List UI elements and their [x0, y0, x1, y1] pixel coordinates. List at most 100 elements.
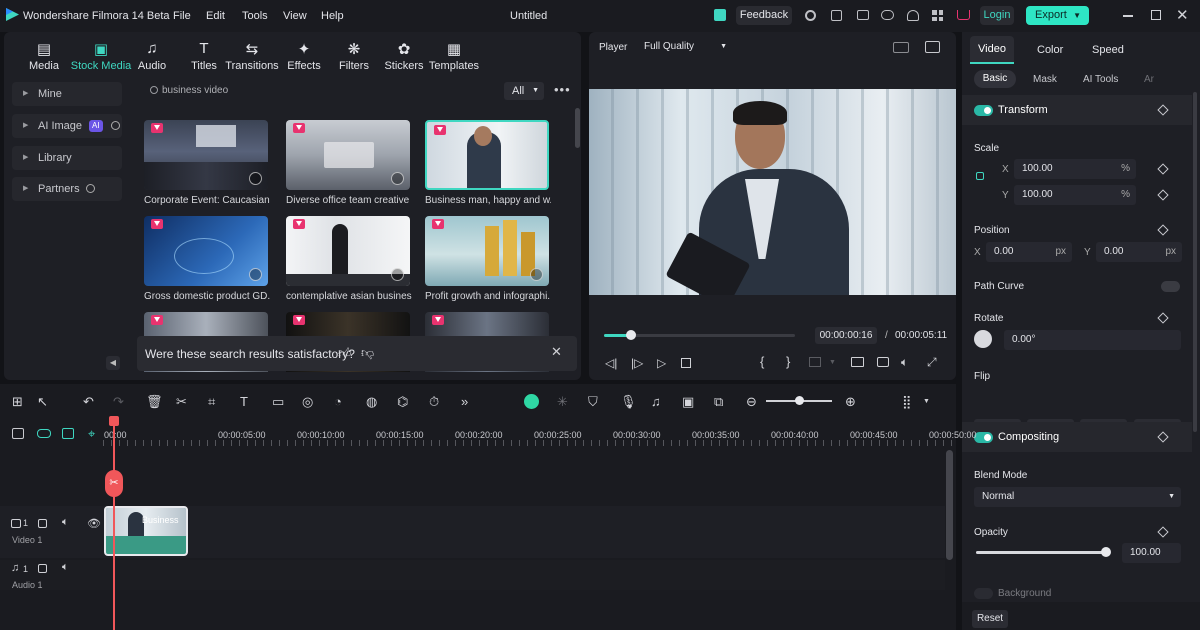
mask-tool-icon[interactable]: ◎: [302, 394, 313, 410]
lock-track-icon[interactable]: [38, 564, 47, 573]
playback-knob[interactable]: [625, 330, 636, 340]
crop-icon[interactable]: ⌗: [208, 394, 215, 410]
download-icon[interactable]: [249, 172, 262, 185]
zoom-knob[interactable]: [795, 396, 804, 405]
subtab-basic[interactable]: Basic: [974, 70, 1016, 88]
camera-icon[interactable]: [877, 357, 889, 367]
tab-media[interactable]: ▤ Media: [14, 40, 74, 72]
opacity-input[interactable]: 100.00: [1122, 543, 1181, 563]
mute-track-icon[interactable]: 🔈︎: [62, 561, 69, 574]
audio-mix-icon[interactable]: ♫: [651, 394, 661, 409]
collapse-sidebar-button[interactable]: ◀: [106, 356, 120, 370]
quality-dropdown[interactable]: Full Quality ▼: [639, 38, 731, 56]
mark-out-icon[interactable]: }: [786, 354, 790, 369]
export-button[interactable]: Export ▼: [1026, 6, 1089, 25]
keyframe-diamond-icon[interactable]: [1157, 526, 1169, 538]
thumbs-up-icon[interactable]: 👍︎: [338, 345, 352, 361]
next-frame-icon[interactable]: |▷: [631, 356, 643, 370]
timer-icon[interactable]: ⏱︎: [429, 394, 439, 410]
color-icon[interactable]: ◍: [366, 394, 377, 410]
mute-track-icon[interactable]: 🔈︎: [62, 516, 69, 529]
thumbs-down-icon[interactable]: 👎︎: [361, 345, 374, 361]
text-icon[interactable]: T: [240, 394, 248, 409]
ai-assistant-icon[interactable]: [524, 394, 539, 409]
safe-zone-icon[interactable]: [893, 42, 909, 53]
mark-in-icon[interactable]: {: [760, 354, 764, 369]
undo-icon[interactable]: ↶: [83, 394, 94, 410]
render-preview-icon[interactable]: [851, 357, 864, 367]
cloud-upload-icon[interactable]: [881, 10, 894, 20]
monitor-icon[interactable]: [857, 10, 869, 20]
result-thumbnail-5[interactable]: [286, 216, 410, 286]
close-icon[interactable]: ✕: [551, 344, 562, 360]
tab-transitions[interactable]: ⇆ Transitions: [222, 40, 282, 72]
menu-help[interactable]: Help: [321, 10, 344, 22]
select-tool-icon[interactable]: ↖: [37, 394, 48, 410]
shape-icon[interactable]: ▭: [272, 394, 284, 410]
volume-icon[interactable]: 🔈︎: [901, 355, 908, 370]
keyframe-diamond-icon[interactable]: [1157, 224, 1169, 236]
layout-grid-icon[interactable]: ⊞: [12, 394, 23, 410]
subtab-ar[interactable]: Ar: [1144, 74, 1154, 85]
compositing-header[interactable]: Compositing: [962, 422, 1192, 452]
tab-color[interactable]: Color: [1037, 44, 1063, 56]
results-scrollbar[interactable]: [575, 108, 580, 148]
help-icon[interactable]: [111, 121, 120, 130]
result-thumbnail-2[interactable]: [286, 120, 410, 190]
playback-track[interactable]: [604, 330, 795, 340]
rotate-dial[interactable]: [974, 330, 992, 348]
properties-scrollbar[interactable]: [1193, 92, 1197, 432]
help-icon[interactable]: [86, 184, 95, 193]
track-manager-icon[interactable]: [62, 428, 74, 439]
download-icon[interactable]: [530, 268, 543, 281]
gift-icon[interactable]: [714, 9, 726, 21]
download-icon[interactable]: [391, 172, 404, 185]
zoom-out-icon[interactable]: ⊖: [746, 394, 757, 410]
close-icon[interactable]: ✕: [1176, 6, 1189, 24]
tab-video[interactable]: Video: [970, 36, 1014, 64]
tab-audio[interactable]: ♫ Audio: [122, 40, 182, 72]
more-icon[interactable]: •••: [554, 82, 571, 97]
split-screen-icon[interactable]: ⧉: [714, 394, 723, 410]
result-thumbnail-6[interactable]: [425, 216, 549, 286]
opacity-knob[interactable]: [1101, 547, 1111, 557]
snap-icon[interactable]: ⌖: [88, 426, 95, 442]
keyframe-diamond-icon[interactable]: [1157, 104, 1169, 116]
playhead[interactable]: [113, 418, 115, 630]
download-icon[interactable]: [391, 268, 404, 281]
add-track-icon[interactable]: [12, 428, 24, 439]
scissors-icon[interactable]: ✂: [176, 394, 187, 410]
timeline-settings-icon[interactable]: ⣿: [902, 394, 912, 410]
grid-apps-icon[interactable]: [932, 10, 943, 21]
reset-button[interactable]: Reset: [972, 610, 1008, 628]
tab-templates[interactable]: ▦ Templates: [424, 40, 484, 72]
scale-x-input[interactable]: 100.00%: [1014, 159, 1136, 179]
cart-icon[interactable]: [957, 10, 970, 20]
sidebar-item-library[interactable]: ▶ Library: [12, 146, 122, 170]
restore-icon[interactable]: [1151, 10, 1161, 20]
login-button[interactable]: Login: [980, 6, 1014, 25]
transform-toggle[interactable]: [974, 105, 993, 116]
play-icon[interactable]: ▷: [657, 356, 666, 370]
preview-quality-icon[interactable]: ▣: [682, 394, 694, 410]
keyframe-diamond-icon[interactable]: [1157, 163, 1169, 175]
split-scissors-button[interactable]: ✂: [105, 470, 123, 497]
subtab-mask[interactable]: Mask: [1033, 74, 1057, 85]
blend-mode-dropdown[interactable]: Normal ▼: [974, 487, 1181, 507]
sidebar-item-partners[interactable]: ▶ Partners: [12, 177, 122, 201]
stop-icon[interactable]: [681, 358, 691, 368]
timeline-scrollbar[interactable]: [946, 450, 953, 560]
microphone-icon[interactable]: 🎙︎: [620, 394, 637, 410]
menu-tools[interactable]: Tools: [242, 10, 268, 22]
download-icon[interactable]: [249, 268, 262, 281]
speed-icon[interactable]: ◔: [334, 394, 342, 409]
scale-y-input[interactable]: 100.00%: [1014, 185, 1136, 205]
link-icon[interactable]: [37, 429, 51, 438]
feedback-button[interactable]: Feedback: [736, 6, 792, 25]
save-icon[interactable]: [831, 10, 842, 21]
menu-file[interactable]: File: [173, 10, 191, 22]
subtab-ai-tools[interactable]: AI Tools: [1083, 74, 1118, 85]
compositing-toggle[interactable]: [974, 432, 993, 443]
headset-icon[interactable]: [907, 10, 919, 21]
sidebar-item-mine[interactable]: ▶ Mine: [12, 82, 122, 106]
